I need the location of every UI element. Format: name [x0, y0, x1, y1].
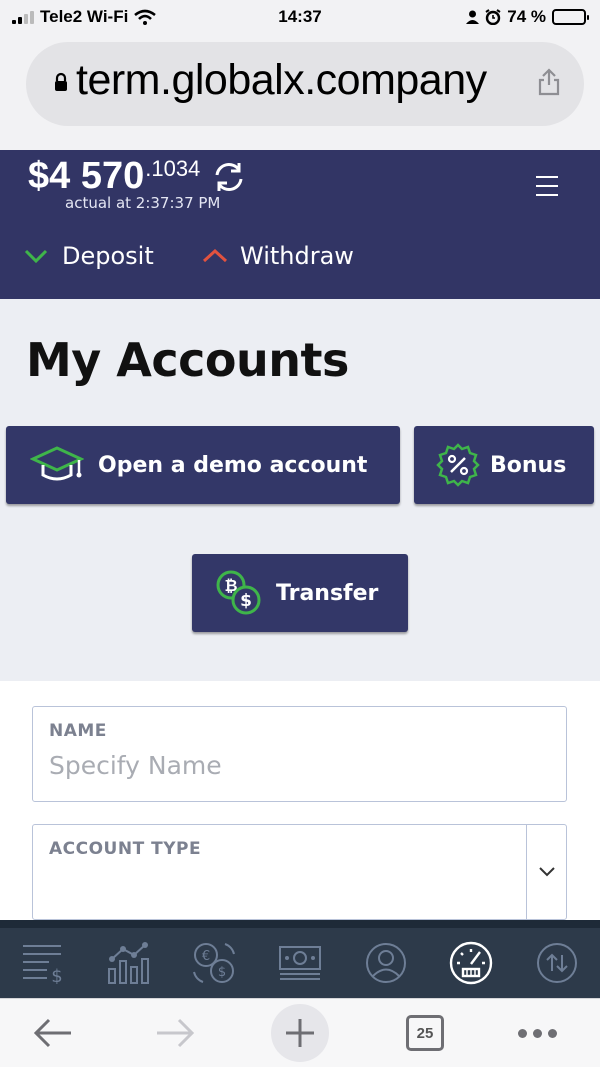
chevron-down-icon [24, 249, 48, 263]
transfer-label: Transfer [276, 580, 379, 606]
arrow-left-icon [33, 1018, 71, 1048]
status-bar: Tele2 Wi-Fi 14:37 74 % [0, 0, 600, 36]
withdraw-button[interactable]: Withdraw [202, 242, 354, 270]
name-field[interactable]: NAME [32, 706, 567, 802]
back-button[interactable] [28, 1007, 78, 1059]
account-type-select[interactable]: ACCOUNT TYPE [32, 824, 567, 920]
refresh-icon[interactable] [212, 160, 246, 194]
svg-text:$: $ [218, 965, 226, 980]
account-type-label: ACCOUNT TYPE [49, 839, 202, 859]
app-header: $4 570 .1034 actual at 2:37:37 PM Deposi… [0, 150, 600, 299]
accounts-panel: My Accounts Open a demo account Bonus ₿ … [0, 299, 600, 681]
bonus-label: Bonus [490, 452, 567, 478]
person-icon [466, 10, 480, 24]
url-text[interactable]: term.globalx.company [76, 56, 487, 105]
dot-icon [532, 1028, 542, 1038]
svg-text:€: € [202, 949, 210, 964]
bonus-button[interactable]: Bonus [414, 426, 594, 504]
open-demo-account-label: Open a demo account [98, 452, 368, 478]
svg-text:$: $ [240, 591, 252, 611]
balance-fraction: .1034 [145, 156, 201, 181]
nav-profile[interactable] [356, 933, 416, 993]
chevron-up-icon [202, 249, 228, 263]
nav-exchange[interactable]: € $ [184, 933, 244, 993]
hamburger-menu-icon[interactable] [536, 176, 558, 203]
withdraw-label: Withdraw [240, 242, 354, 270]
lock-icon [55, 72, 67, 91]
dot-icon [547, 1028, 557, 1038]
svg-text:$: $ [51, 966, 62, 984]
exchange-icon: € $ [193, 943, 236, 983]
transfer-arrows-icon [537, 943, 578, 983]
nav-charts[interactable] [99, 933, 159, 993]
graduation-cap-icon [30, 446, 84, 481]
alarm-icon [485, 9, 501, 25]
tab-count: 25 [406, 1015, 444, 1051]
url-bar[interactable]: term.globalx.company [26, 42, 584, 126]
new-tab-button[interactable] [270, 1004, 330, 1062]
dashboard-icon [450, 941, 493, 985]
more-menu-button[interactable] [512, 1007, 562, 1059]
page-title: My Accounts [26, 333, 349, 387]
name-input[interactable] [49, 751, 549, 780]
battery-icon [552, 9, 589, 25]
nav-money[interactable] [270, 933, 330, 993]
chevron-down-icon [538, 867, 555, 877]
money-icon [278, 946, 321, 980]
share-icon[interactable] [538, 68, 560, 96]
balance: $4 570 .1034 [28, 154, 246, 198]
deposit-label: Deposit [62, 242, 154, 270]
deposit-button[interactable]: Deposit [24, 242, 154, 270]
name-field-label: NAME [49, 721, 107, 741]
account-type-dropdown-button[interactable] [526, 825, 566, 919]
nav-orders[interactable]: $ [13, 933, 73, 993]
orders-icon: $ [22, 945, 63, 984]
profile-icon [365, 943, 406, 983]
bottom-app-nav: $ € $ [0, 920, 600, 998]
browser-toolbar: 25 [0, 998, 600, 1067]
nav-transfers[interactable] [527, 933, 587, 993]
tabs-button[interactable]: 25 [404, 1007, 446, 1059]
open-demo-account-button[interactable]: Open a demo account [6, 426, 400, 504]
forward-button[interactable] [150, 1007, 200, 1059]
crypto-dollar-exchange-icon: ₿ $ [216, 570, 261, 615]
plus-icon [286, 1019, 314, 1047]
arrow-right-icon [157, 1018, 195, 1048]
nav-dashboard[interactable] [441, 933, 501, 993]
balance-updated-time: actual at 2:37:37 PM [65, 194, 221, 212]
chart-icon [107, 942, 149, 984]
transfer-button[interactable]: ₿ $ Transfer [192, 554, 408, 632]
browser-url-area: term.globalx.company [0, 36, 600, 150]
battery-percent: 74 % [507, 7, 546, 26]
balance-amount: $4 570 [28, 155, 145, 197]
percent-badge-icon [436, 443, 480, 487]
dot-icon [517, 1028, 527, 1038]
